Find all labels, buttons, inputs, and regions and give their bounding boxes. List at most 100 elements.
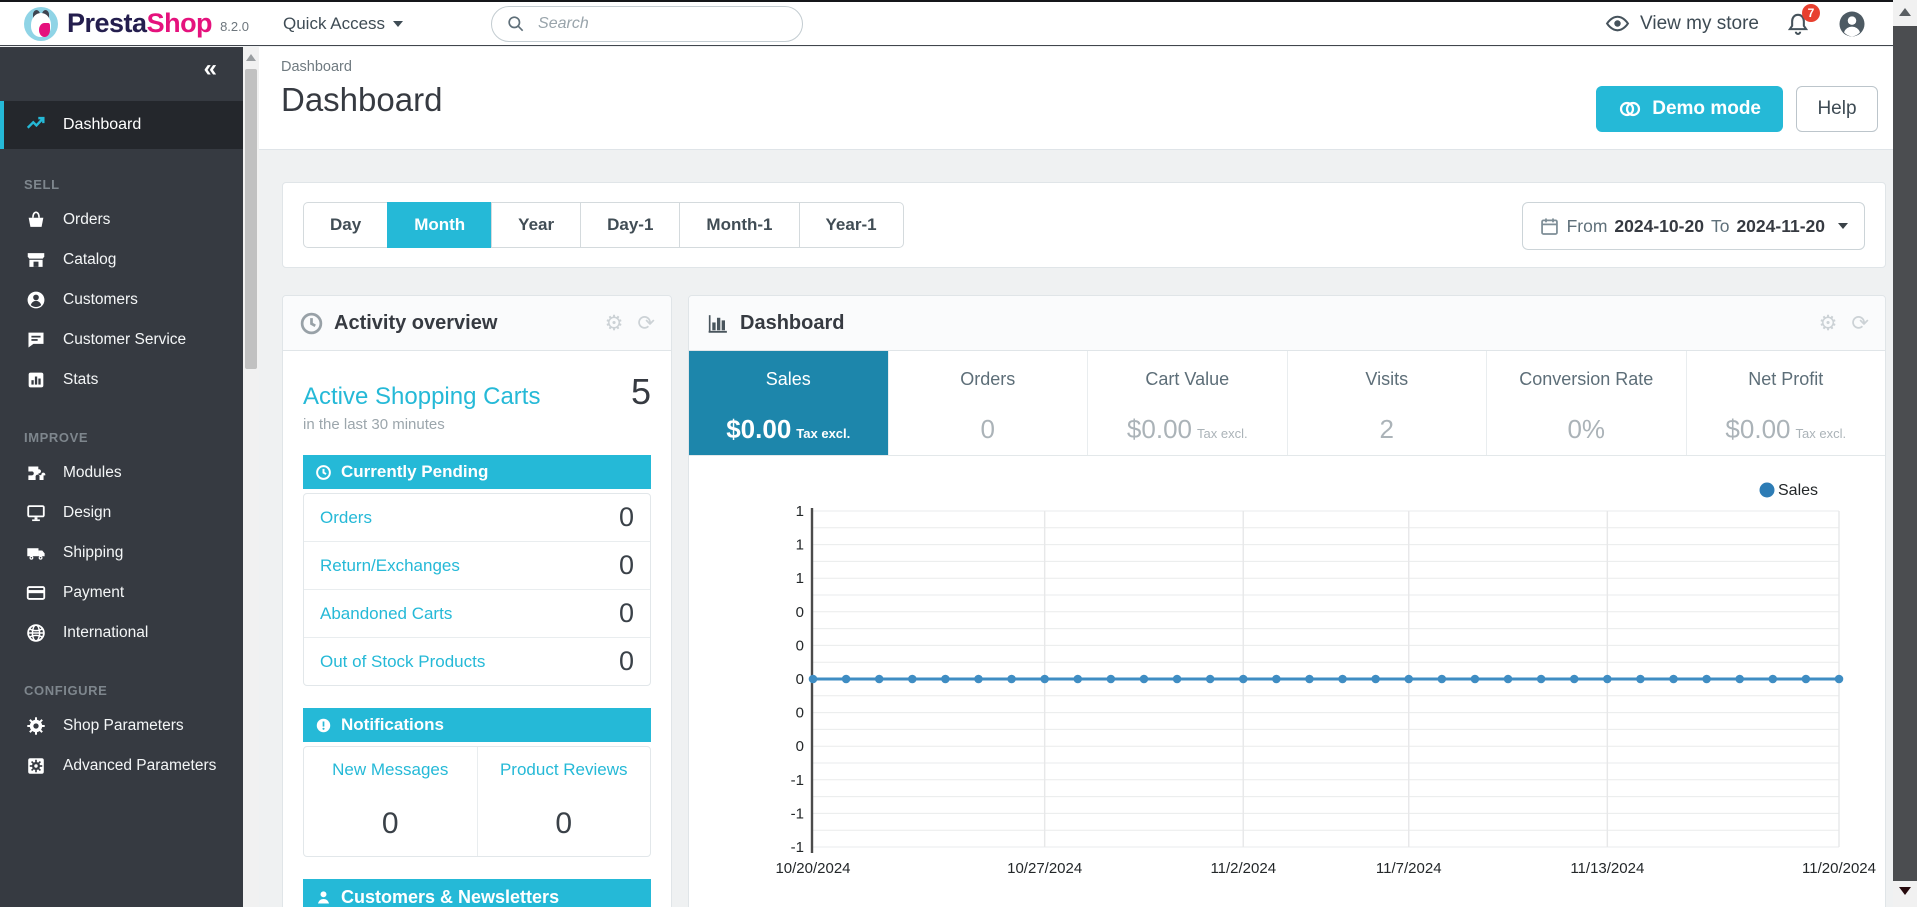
catalog-icon [25,249,47,271]
data-point[interactable] [1669,675,1678,684]
data-point[interactable] [1338,675,1347,684]
x-tick-label: 11/7/2024 [1376,860,1442,877]
refresh-icon[interactable]: ⟳ [637,313,655,334]
data-point[interactable] [1636,675,1645,684]
sidebar-item-international[interactable]: International [0,613,243,653]
range-button-year-1[interactable]: Year-1 [799,202,904,248]
data-point[interactable] [1040,675,1049,684]
pending-row-abandoned-carts: Abandoned Carts0 [304,589,650,637]
sidebar-item-payment[interactable]: Payment [0,573,243,613]
data-point[interactable] [809,675,818,684]
product-reviews-count: 0 [478,807,651,841]
brand-name: PrestaShop [67,8,212,39]
search-input[interactable] [536,14,788,34]
kpi-tab-conversion-rate[interactable]: Conversion Rate0% [1487,351,1687,455]
out-of-stock-products-link[interactable]: Out of Stock Products [320,652,485,672]
range-button-day[interactable]: Day [303,202,388,248]
active-shopping-carts-link[interactable]: Active Shopping Carts [303,383,540,411]
notification-count-badge: 7 [1802,4,1820,22]
calendar-icon [1539,216,1560,237]
data-point[interactable] [974,675,983,684]
data-point[interactable] [1537,675,1546,684]
scroll-up-arrow-icon[interactable] [246,54,256,61]
gear-icon[interactable]: ⚙ [1819,313,1838,334]
quick-access-dropdown[interactable]: Quick Access [283,14,403,34]
kpi-tab-cart-value[interactable]: Cart Value$0.00Tax excl. [1088,351,1288,455]
sidebar-item-advanced-parameters[interactable]: Advanced Parameters [0,746,243,786]
data-point[interactable] [1272,675,1281,684]
legend-label: Sales [1778,482,1818,499]
kpi-tab-sales[interactable]: Sales$0.00Tax excl. [689,351,889,455]
user-avatar[interactable] [1837,9,1867,39]
date-range-picker[interactable]: From 2024-10-20 To 2024-11-20 [1522,202,1865,250]
data-point[interactable] [1735,675,1744,684]
data-point[interactable] [1438,675,1447,684]
range-button-day-1[interactable]: Day-1 [580,202,680,248]
sidebar-item-modules[interactable]: Modules [0,453,243,493]
window-scrollbar[interactable] [1893,0,1917,907]
new-messages-link[interactable]: New Messages [332,760,448,779]
data-point[interactable] [875,675,884,684]
data-point[interactable] [1371,675,1380,684]
data-point[interactable] [1140,675,1149,684]
design-icon [25,502,47,524]
view-my-store-link[interactable]: View my store [1605,11,1759,36]
data-point[interactable] [1173,675,1182,684]
sidebar-item-customers[interactable]: Customers [0,280,243,320]
sidebar-item-orders[interactable]: Orders [0,200,243,240]
data-point[interactable] [842,675,851,684]
sidebar-item-shop-parameters[interactable]: Shop Parameters [0,706,243,746]
data-point[interactable] [1073,675,1082,684]
data-point[interactable] [1570,675,1579,684]
range-button-year[interactable]: Year [491,202,581,248]
scroll-down-arrow-icon[interactable] [1899,887,1911,895]
return-exchanges-link[interactable]: Return/Exchanges [320,556,460,576]
clock-icon [299,311,324,336]
kpi-tab-visits[interactable]: Visits2 [1288,351,1488,455]
content-scrollbar[interactable] [243,47,259,907]
kpi-tab-orders[interactable]: Orders0 [889,351,1089,455]
data-point[interactable] [1802,675,1811,684]
customer-service-icon [25,329,47,351]
data-point[interactable] [1007,675,1016,684]
data-point[interactable] [1239,675,1248,684]
data-point[interactable] [1107,675,1116,684]
abandoned-carts-link[interactable]: Abandoned Carts [320,604,452,624]
data-point[interactable] [1206,675,1215,684]
data-point[interactable] [1702,675,1711,684]
sidebar-item-design[interactable]: Design [0,493,243,533]
sidebar-item-customer-service[interactable]: Customer Service [0,320,243,360]
prestashop-logo[interactable]: PrestaShop 8.2.0 [0,7,243,41]
data-point[interactable] [1603,675,1612,684]
kpi-tab-net-profit[interactable]: Net Profit$0.00Tax excl. [1687,351,1886,455]
data-point[interactable] [1404,675,1413,684]
demo-mode-button[interactable]: Demo mode [1596,86,1783,132]
data-point[interactable] [1305,675,1314,684]
sidebar-item-catalog[interactable]: Catalog [0,240,243,280]
active-carts-subtitle: in the last 30 minutes [303,416,651,433]
scrollbar-thumb[interactable] [245,69,257,369]
sidebar-collapse-button[interactable]: « [204,57,217,81]
orders-link[interactable]: Orders [320,508,372,528]
sidebar-item-shipping[interactable]: Shipping [0,533,243,573]
product-reviews-link[interactable]: Product Reviews [500,760,628,779]
data-point[interactable] [941,675,950,684]
scroll-up-arrow-icon[interactable] [1899,8,1911,16]
page-header: Dashboard Dashboard Demo mode Help [259,47,1893,150]
data-point[interactable] [1835,675,1844,684]
range-button-month-1[interactable]: Month-1 [679,202,799,248]
help-button[interactable]: Help [1796,86,1878,132]
x-tick-label: 11/13/2024 [1570,860,1644,877]
gear-icon[interactable]: ⚙ [605,313,624,334]
data-point[interactable] [908,675,917,684]
search-box[interactable] [491,6,803,42]
sidebar-item-stats[interactable]: Stats [0,360,243,400]
data-point[interactable] [1471,675,1480,684]
data-point[interactable] [1769,675,1778,684]
window-scrollbar-thumb[interactable] [1893,26,1917,881]
sidebar-item-dashboard[interactable]: Dashboard [0,101,243,149]
refresh-icon[interactable]: ⟳ [1851,313,1869,334]
range-button-month[interactable]: Month [387,202,492,248]
data-point[interactable] [1504,675,1513,684]
notifications-button[interactable]: 7 [1785,11,1811,37]
